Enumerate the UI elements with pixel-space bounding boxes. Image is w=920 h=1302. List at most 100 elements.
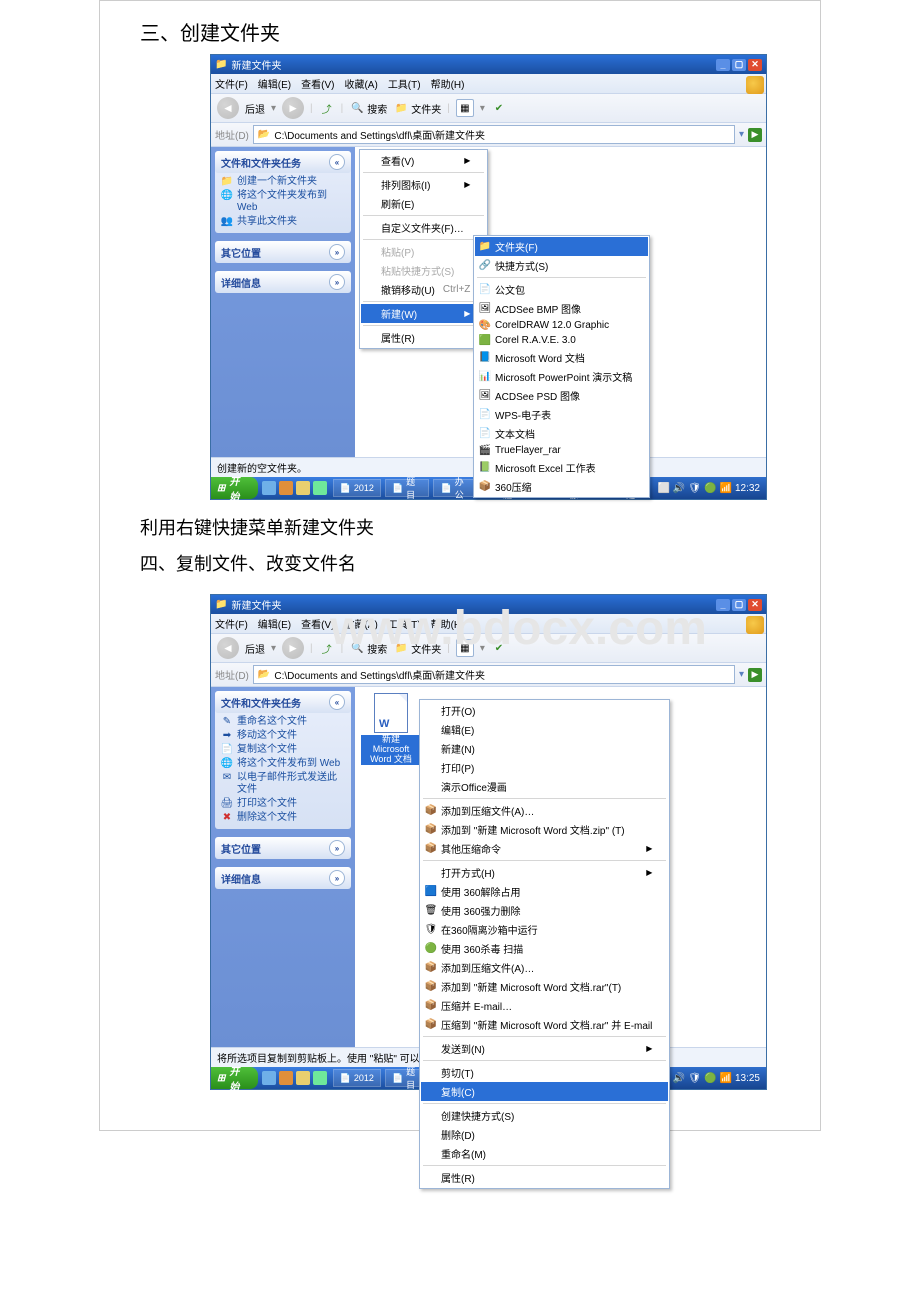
search-button[interactable]: 🔍搜索 [349,640,387,656]
menu-item[interactable]: 演示Office漫画 [421,777,668,796]
menu-item[interactable]: 排列图标(I) [361,175,486,194]
folders-button[interactable]: 📁文件夹 [393,640,441,656]
menu-item[interactable]: 📘Microsoft Word 文档 [475,348,648,367]
task-item[interactable]: ✖删除这个文件 [219,811,347,825]
taskbar-item[interactable]: 📄题目 [385,479,430,497]
menu-file[interactable]: 文件(F) [215,76,248,91]
menu-item[interactable]: 🟦使用 360解除占用 [421,882,668,901]
menu-item[interactable]: 打开(O) [421,701,668,720]
menu-item[interactable]: 创建快捷方式(S) [421,1106,668,1125]
chevron-down-icon[interactable]: ▾ [271,103,276,114]
expand-icon[interactable]: » [329,840,345,856]
minimize-button[interactable]: _ [716,59,730,71]
menu-item[interactable]: 刷新(E) [361,194,486,213]
menu-bar[interactable]: 文件(F) 编辑(E) 查看(V) 收藏(A) 工具(T) 帮助(H) [211,74,766,94]
minimize-button[interactable]: _ [716,599,730,611]
address-input[interactable]: 📂 C:\Documents and Settings\dfl\桌面\新建文件夹 [253,665,735,684]
task-item[interactable]: ➡移动这个文件 [219,729,347,743]
task-item[interactable]: 🌐将这个文件夹发布到 Web [219,189,347,215]
close-button[interactable]: ✕ [748,599,762,611]
menu-item[interactable]: 剪切(T) [421,1063,668,1082]
menu-item[interactable]: 发送到(N) [421,1039,668,1058]
menu-view[interactable]: 查看(V) [301,616,334,631]
menu-item[interactable]: 打印(P) [421,758,668,777]
start-button[interactable]: ⊞ 开始 [211,477,258,499]
back-button[interactable]: ◄ [217,97,239,119]
menu-item[interactable]: 📦添加到压缩文件(A)… [421,801,668,820]
forward-button[interactable]: ► [282,637,304,659]
taskbar-item[interactable]: 📄办公 [433,479,478,497]
chevron-down-icon[interactable]: ▾ [271,643,276,654]
taskbar-item[interactable]: 📄2012 [333,1069,381,1087]
menu-item[interactable]: 🗑使用 360强力删除 [421,901,668,920]
quick-launch[interactable] [262,1071,327,1085]
menu-item[interactable]: 属性(R) [421,1168,668,1187]
menu-item[interactable]: 🛡在360隔离沙箱中运行 [421,920,668,939]
panel-title-other[interactable]: 其它位置 [221,841,261,856]
expand-icon[interactable]: » [329,274,345,290]
search-button[interactable]: 🔍搜索 [349,100,387,116]
go-button[interactable]: ▶ [748,128,762,142]
chevron-down-icon[interactable]: ▾ [739,669,744,680]
menu-item[interactable]: 🎨CorelDRAW 12.0 Graphic [475,318,648,333]
menu-item[interactable]: 属性(R) [361,328,486,347]
collapse-icon[interactable]: « [329,154,345,170]
menu-item[interactable]: 编辑(E) [421,720,668,739]
taskbar-item[interactable]: 📄2012 [333,479,381,497]
menu-favorites[interactable]: 收藏(A) [344,616,377,631]
menu-item[interactable]: 删除(D) [421,1125,668,1144]
collapse-icon[interactable]: « [329,694,345,710]
menu-view[interactable]: 查看(V) [301,76,334,91]
file-context-menu[interactable]: 打开(O)编辑(E)新建(N)打印(P)演示Office漫画 📦添加到压缩文件(A… [419,699,670,1189]
close-button[interactable]: ✕ [748,59,762,71]
menu-file[interactable]: 文件(F) [215,616,248,631]
menu-edit[interactable]: 编辑(E) [258,616,291,631]
menu-item[interactable]: 📦添加到 "新建 Microsoft Word 文档.zip" (T) [421,820,668,839]
menu-item[interactable]: 📄文本文档 [475,424,648,443]
task-item[interactable]: 🖨打印这个文件 [219,797,347,811]
new-submenu[interactable]: 📁文件夹(F)🔗快捷方式(S)📄公文包🖼ACDSee BMP 图像🎨CorelD… [473,235,650,498]
menu-item[interactable]: 📦压缩并 E-mail… [421,996,668,1015]
quick-launch[interactable] [262,481,327,495]
menu-item[interactable]: 🖼ACDSee BMP 图像 [475,299,648,318]
menu-item[interactable]: 📦压缩到 "新建 Microsoft Word 文档.rar" 并 E-mail [421,1015,668,1034]
sync-icon[interactable]: ✔ [491,640,507,656]
maximize-button[interactable]: ▢ [732,599,746,611]
menu-help[interactable]: 帮助(H) [431,76,465,91]
folders-button[interactable]: 📁文件夹 [393,100,441,116]
menu-help[interactable]: 帮助(H) [431,616,465,631]
panel-title-details[interactable]: 详细信息 [221,871,261,886]
system-tray[interactable]: ⬜🔊🛡🟢📶 12:32 [651,477,766,499]
task-item[interactable]: 📄复制这个文件 [219,743,347,757]
menu-item[interactable]: 🟩Corel R.A.V.E. 3.0 [475,333,648,348]
menu-item[interactable]: 查看(V) [361,151,486,170]
menu-item[interactable]: 重命名(M) [421,1144,668,1163]
menu-item[interactable]: 复制(C) [421,1082,668,1101]
menu-item[interactable]: 🖼ACDSee PSD 图像 [475,386,648,405]
menu-item[interactable]: 📄WPS-电子表 [475,405,648,424]
chevron-down-icon[interactable]: ▾ [480,103,485,114]
menu-item[interactable]: 撤销移动(U)Ctrl+Z [361,280,486,299]
up-icon[interactable]: ⤴ [319,100,335,116]
menu-item[interactable]: 自定义文件夹(F)… [361,218,486,237]
sync-icon[interactable]: ✔ [491,100,507,116]
menu-item[interactable]: 新建(N) [421,739,668,758]
forward-button[interactable]: ► [282,97,304,119]
menu-favorites[interactable]: 收藏(A) [344,76,377,91]
menu-item[interactable]: 📦添加到 "新建 Microsoft Word 文档.rar"(T) [421,977,668,996]
views-icon[interactable]: ▦ [456,639,474,657]
chevron-down-icon[interactable]: ▾ [739,129,744,140]
menu-item[interactable]: 📦添加到压缩文件(A)… [421,958,668,977]
start-button[interactable]: ⊞ 开始 [211,1067,258,1089]
up-icon[interactable]: ⤴ [319,640,335,656]
menu-edit[interactable]: 编辑(E) [258,76,291,91]
selected-file[interactable]: W 新建 Microsoft Word 文档 [361,693,421,765]
go-button[interactable]: ▶ [748,668,762,682]
task-item[interactable]: 📁创建一个新文件夹 [219,175,347,189]
context-menu[interactable]: 查看(V)排列图标(I)刷新(E)自定义文件夹(F)…粘贴(P)粘贴快捷方式(S… [359,149,488,349]
menu-item[interactable]: 新建(W) [361,304,486,323]
expand-icon[interactable]: » [329,244,345,260]
menu-item[interactable]: 📄公文包 [475,280,648,299]
task-item[interactable]: 🌐将这个文件发布到 Web [219,757,347,771]
menu-item[interactable]: 📗Microsoft Excel 工作表 [475,458,648,477]
